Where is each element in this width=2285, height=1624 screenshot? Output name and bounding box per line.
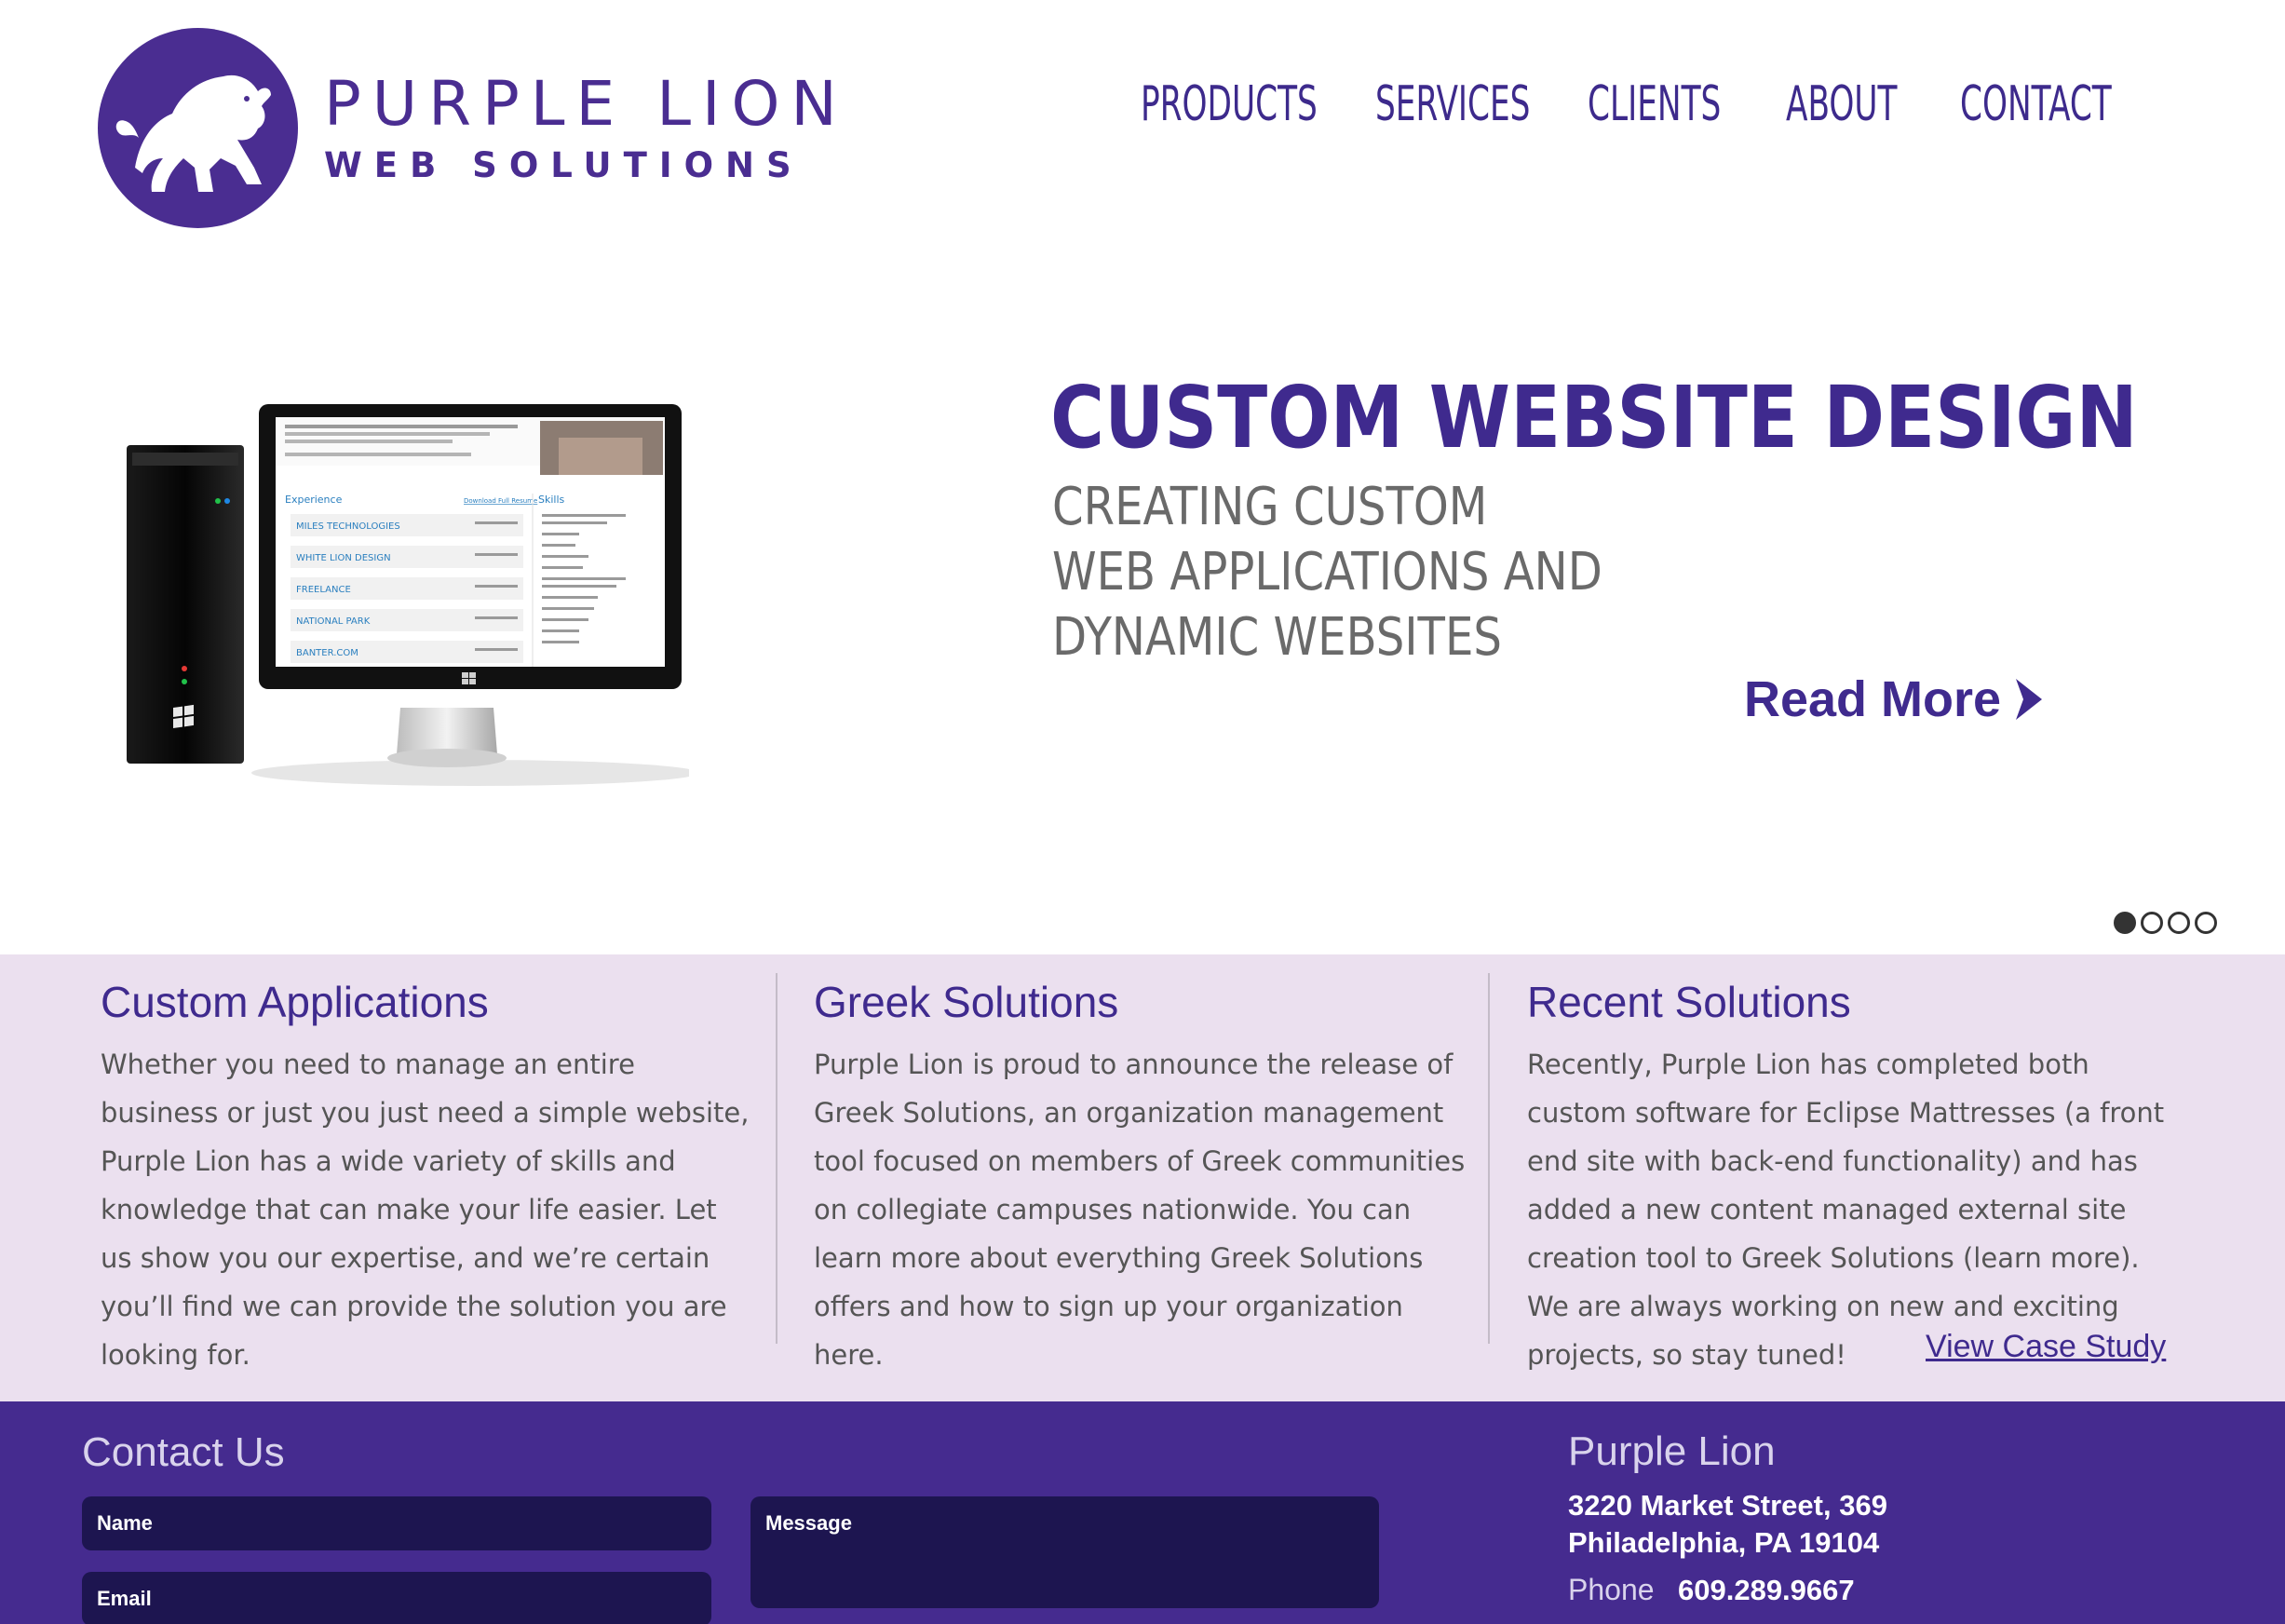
address-line: Philadelphia, PA 19104 — [1568, 1526, 1880, 1560]
hero-subtitle-line: DYNAMIC WEBSITES — [1052, 607, 1502, 668]
address: 3220 Market Street, 369 Philadelphia, PA… — [1568, 1487, 1887, 1562]
hero-subtitle-line: CREATING CUSTOM — [1052, 477, 1488, 537]
hero-subtitle-line: WEB APPLICATIONS AND — [1052, 542, 1602, 602]
read-more-link[interactable]: Read More — [1744, 670, 2048, 728]
slide-dot-2[interactable] — [2141, 912, 2163, 934]
read-more-label: Read More — [1744, 671, 2002, 727]
slide-dot-4[interactable] — [2195, 912, 2217, 934]
chevron-right-icon — [2016, 679, 2043, 720]
column-body: Whether you need to manage an entire bus… — [101, 1048, 750, 1371]
desktop-computer-icon: Experience Download Full Resume Skills M… — [121, 400, 698, 792]
column-title: Greek Solutions — [814, 978, 1119, 1026]
screen-job-0: MILES TECHNOLOGIES — [296, 521, 400, 532]
screen-job-2: FREELANCE — [296, 585, 351, 595]
info-column-recent-solutions: Recent Solutions Recently, Purple Lion h… — [1527, 978, 2179, 1379]
phone-row: Phone 609.289.9667 — [1568, 1573, 1887, 1607]
screen-job-4: BANTER.COM — [296, 648, 358, 658]
info-column-greek-solutions: Greek Solutions Purple Lion is proud to … — [814, 978, 1466, 1379]
phone-number[interactable]: 609.289.9667 — [1678, 1574, 1855, 1607]
hero-slider: Experience Download Full Resume Skills M… — [0, 251, 2285, 954]
email-field[interactable] — [82, 1572, 711, 1624]
brand-tagline: WEB SOLUTIONS — [324, 145, 804, 185]
slider-pagination — [2114, 912, 2222, 934]
column-title: Recent Solutions — [1527, 978, 1851, 1026]
company-info: Purple Lion 3220 Market Street, 369 Phil… — [1568, 1428, 1887, 1607]
nav-contact[interactable]: CONTACT — [1960, 76, 2112, 132]
nav-clients[interactable]: CLIENTS — [1588, 76, 1721, 132]
brand-name: PURPLE LION — [324, 68, 848, 140]
slide-dot-3[interactable] — [2168, 912, 2190, 934]
column-body: Purple Lion is proud to announce the rel… — [814, 1048, 1466, 1371]
screen-experience-heading: Experience — [285, 494, 343, 506]
nav-products[interactable]: PRODUCTS — [1141, 76, 1318, 132]
screen-skills-heading: Skills — [538, 494, 565, 506]
info-band: Custom Applications Whether you need to … — [0, 954, 2285, 1401]
brand-wordmark: PURPLE LION WEB SOLUTIONS — [324, 74, 848, 183]
company-name: Purple Lion — [1568, 1428, 1776, 1474]
message-field[interactable] — [750, 1496, 1379, 1608]
screen-job-1: WHITE LION DESIGN — [296, 553, 391, 563]
view-case-study-link[interactable]: View Case Study — [1926, 1329, 2166, 1365]
site-header: PURPLE LION WEB SOLUTIONS PRODUCTS SERVI… — [0, 0, 2285, 251]
hero-subtitle: CREATING CUSTOM WEB APPLICATIONS AND DYN… — [1052, 475, 1602, 670]
info-column-custom-applications: Custom Applications Whether you need to … — [101, 978, 752, 1379]
screen-download-link: Download Full Resume — [464, 497, 537, 505]
contact-heading: Contact Us — [82, 1429, 285, 1475]
hero-title: CUSTOM WEBSITE DESIGN — [1050, 368, 2138, 467]
site-footer: Contact Us Purple Lion 3220 Market Stree… — [0, 1401, 2285, 1624]
column-divider — [1488, 973, 1490, 1344]
column-title: Custom Applications — [101, 978, 489, 1026]
column-divider — [776, 973, 777, 1344]
name-field[interactable] — [82, 1496, 711, 1550]
lion-icon — [98, 28, 298, 228]
brand-logo[interactable]: PURPLE LION WEB SOLUTIONS — [98, 28, 848, 228]
address-line: 3220 Market Street, 369 — [1568, 1489, 1887, 1522]
screen-job-3: NATIONAL PARK — [296, 616, 371, 627]
nav-about[interactable]: ABOUT — [1786, 76, 1898, 132]
nav-services[interactable]: SERVICES — [1375, 76, 1530, 132]
slide-dot-1[interactable] — [2114, 912, 2136, 934]
phone-label: Phone — [1568, 1573, 1655, 1607]
